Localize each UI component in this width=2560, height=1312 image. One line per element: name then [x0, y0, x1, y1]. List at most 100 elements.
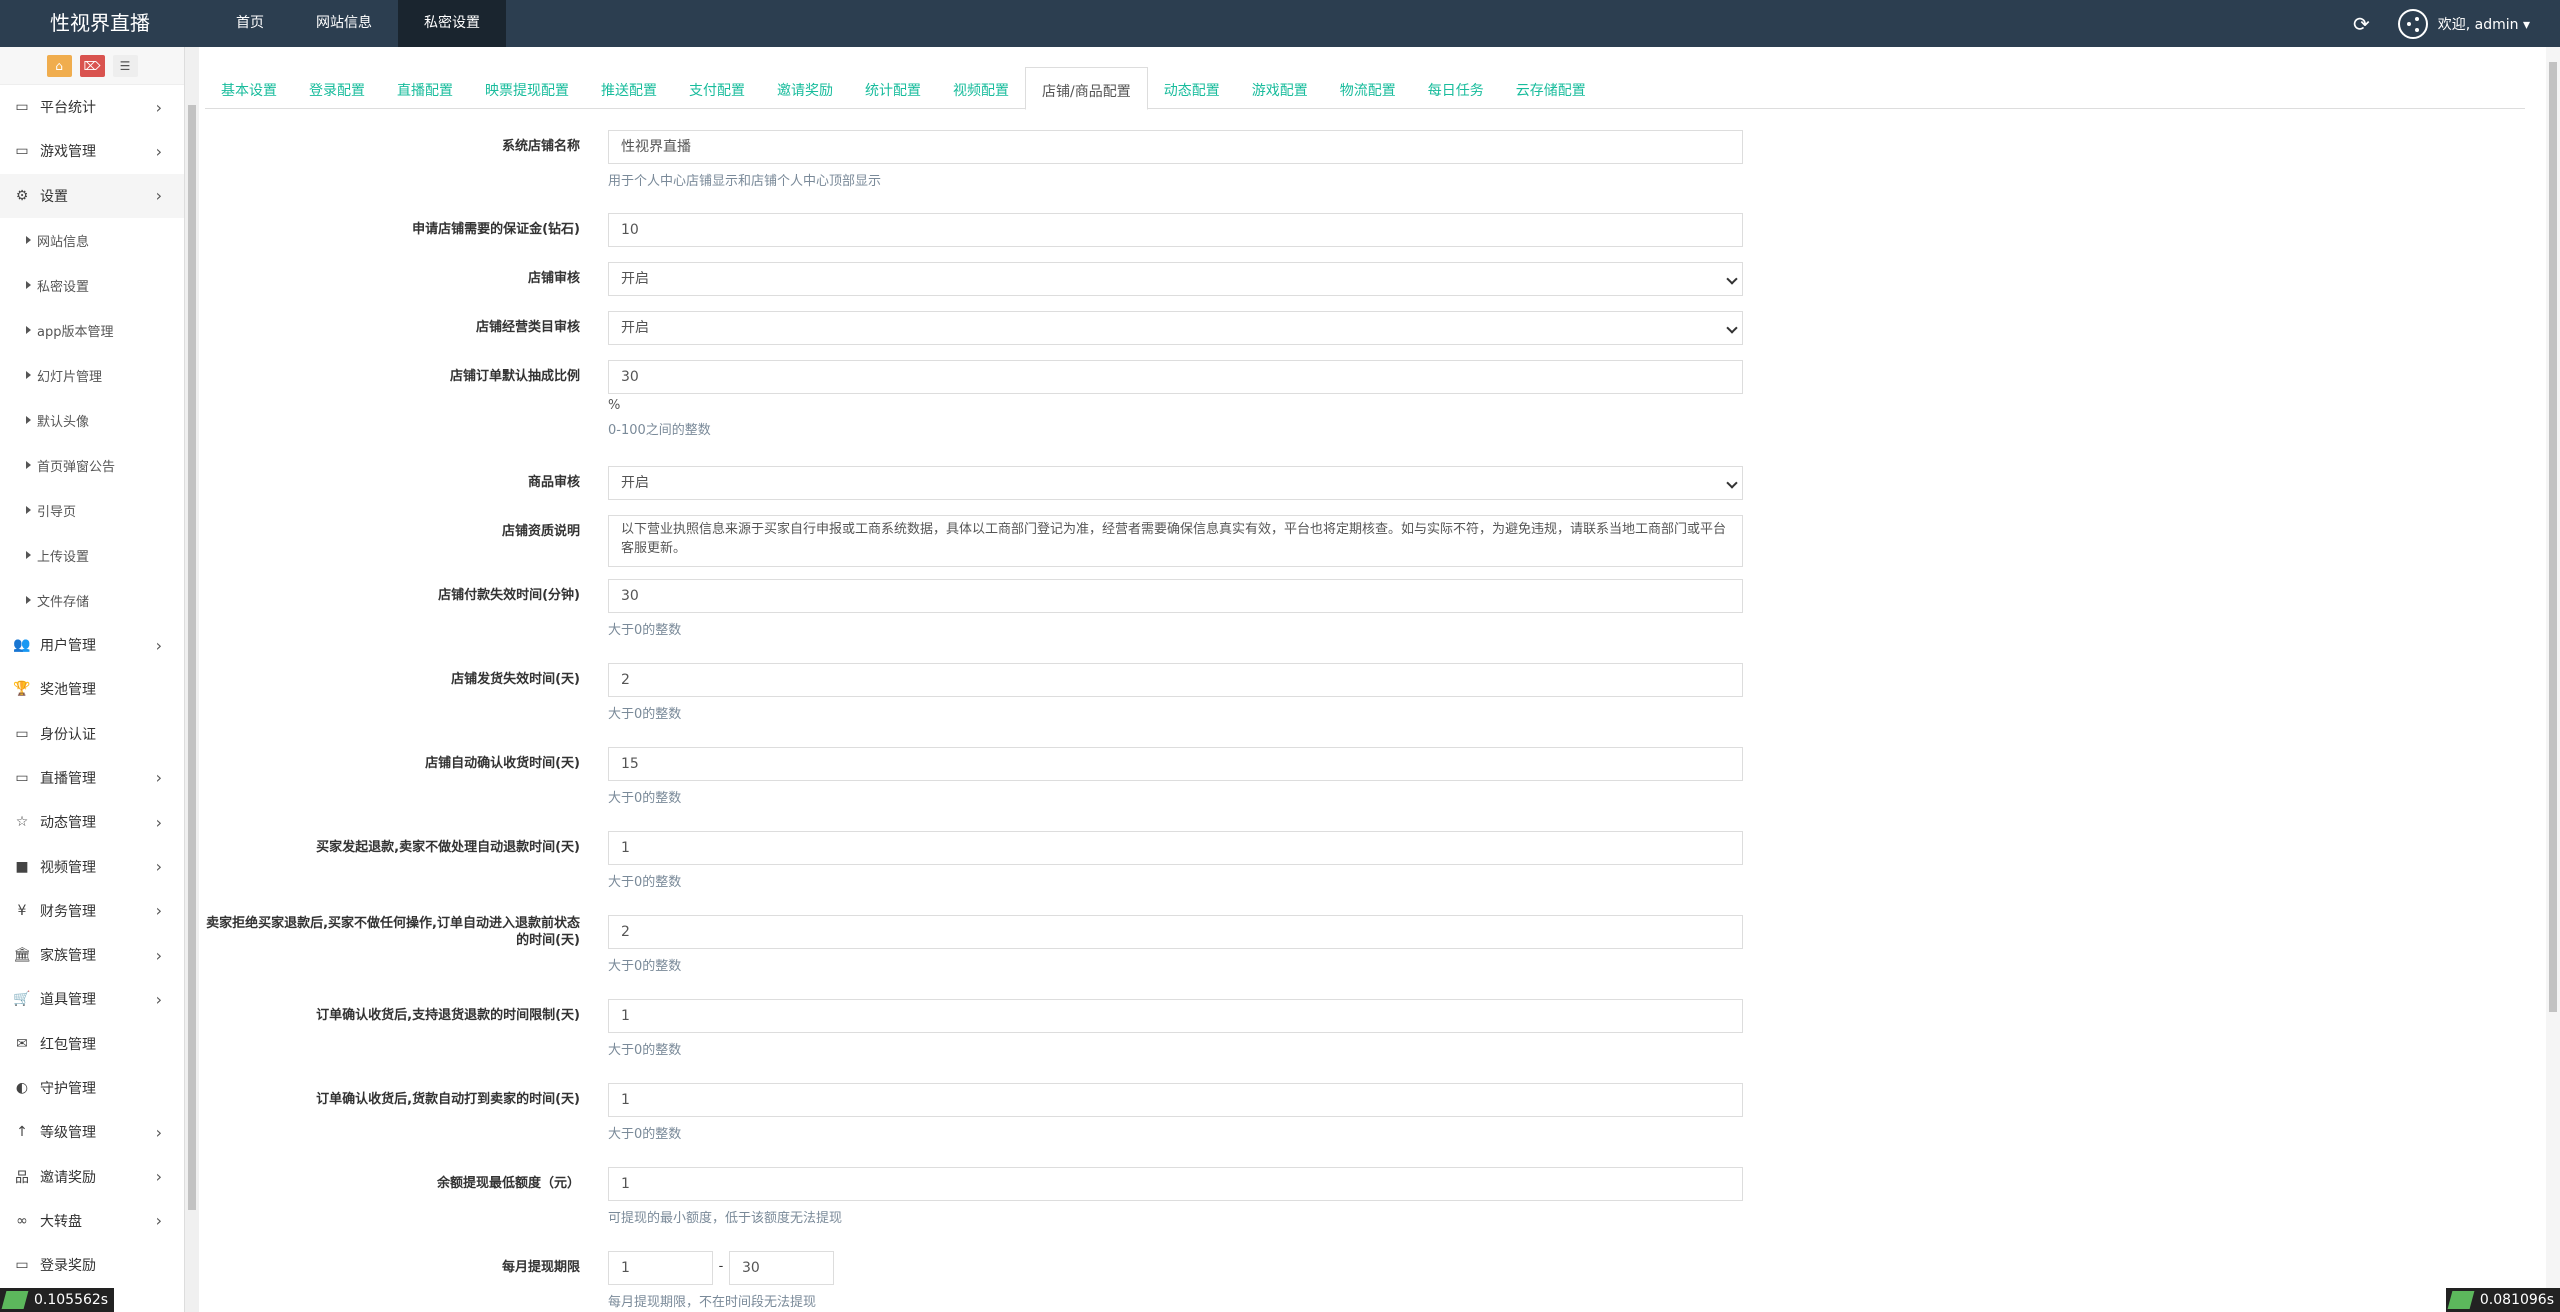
help-refund-reject: 大于0的整数	[608, 959, 682, 974]
auto-confirm-input[interactable]: 15	[608, 747, 1743, 781]
timer-left: 0.105562s	[0, 1288, 115, 1312]
label-shop-audit: 店铺审核	[527, 271, 580, 286]
scrollbar-thumb[interactable]	[2549, 62, 2557, 1012]
tab-game[interactable]: 游戏配置	[1236, 67, 1324, 109]
sidebar-item-family[interactable]: 🏛 家族管理 ›	[0, 933, 184, 977]
yen-icon: ¥	[17, 902, 27, 919]
sidebar-item-finance[interactable]: ¥ 财务管理 ›	[0, 889, 184, 933]
sidebar-item-stats[interactable]: ▭ 平台统计 ›	[0, 85, 184, 129]
chevron-right-icon: ›	[155, 141, 162, 161]
ship-timeout-input[interactable]: 2	[608, 663, 1743, 697]
sidebar-item-live[interactable]: ▭ 直播管理 ›	[0, 756, 184, 800]
shield-icon: ◐	[15, 1080, 29, 1096]
avatar[interactable]	[2397, 8, 2428, 39]
tab-payment[interactable]: 支付配置	[673, 67, 761, 109]
tab-live[interactable]: 直播配置	[381, 67, 469, 109]
withdraw-to-input[interactable]: 30	[729, 1251, 834, 1285]
sidebar-item-invite[interactable]: 品邀请奖励 ›	[0, 1154, 184, 1198]
sidebar-scrollbar[interactable]	[185, 47, 199, 1312]
clear-cache-icon[interactable]: ⌦	[79, 54, 105, 77]
withdraw-from-input[interactable]: 1	[608, 1251, 713, 1285]
tab-video[interactable]: 视频配置	[937, 67, 1025, 109]
sidebar-sub-popup[interactable]: 首页弹窗公告	[0, 443, 184, 488]
help-auto-confirm: 大于0的整数	[608, 791, 682, 806]
tab-invite[interactable]: 邀请奖励	[761, 67, 849, 109]
sidebar-item-videos[interactable]: ■ 视频管理 ›	[0, 844, 184, 888]
tab-withdraw[interactable]: 映票提现配置	[469, 67, 585, 109]
deposit-input[interactable]: 10	[608, 213, 1743, 247]
refresh-icon[interactable]: ⟳	[2353, 12, 2370, 36]
label-return-limit: 订单确认收货后,支持退货退款的时间限制(天)	[316, 1008, 580, 1023]
user-menu[interactable]: 欢迎, admin ▾	[2438, 14, 2530, 34]
list-icon[interactable]: ☰	[112, 54, 138, 77]
sidebar-item-games[interactable]: ▭ 游戏管理 ›	[0, 129, 184, 173]
scrollbar-thumb[interactable]	[188, 105, 196, 1210]
qualification-textarea[interactable]: 以下营业执照信息来源于买家自行申报或工商系统数据，具体以工商部门登记为准，经营者…	[608, 515, 1743, 567]
tab-push[interactable]: 推送配置	[585, 67, 673, 109]
nav-home[interactable]: 首页	[210, 0, 290, 47]
sidebar-item-props[interactable]: 🛒 道具管理 ›	[0, 977, 184, 1021]
shop-name-input[interactable]: 性视界直播	[608, 130, 1743, 164]
payout-time-input[interactable]: 1	[608, 1083, 1743, 1117]
sidebar-sub-default-avatar[interactable]: 默认头像	[0, 398, 184, 443]
main-content: 基本设置 登录配置 直播配置 映票提现配置 推送配置 支付配置 邀请奖励 统计配…	[205, 47, 2545, 1312]
sidebar-sub-slides[interactable]: 幻灯片管理	[0, 353, 184, 398]
label-ship-timeout: 店铺发货失效时间(天)	[451, 672, 580, 687]
goods-audit-select[interactable]: 开启	[608, 466, 1743, 500]
chevron-right-icon: ›	[155, 97, 162, 117]
monitor-icon: ▭	[15, 1257, 29, 1274]
pay-timeout-input[interactable]: 30	[608, 579, 1743, 613]
help-min-withdraw: 可提现的最小额度，低于该额度无法提现	[608, 1211, 843, 1226]
sidebar-item-jackpot[interactable]: 🏆 奖池管理	[0, 667, 184, 711]
chevron-right-icon: ›	[155, 901, 162, 921]
sidebar-sub-guide[interactable]: 引导页	[0, 488, 184, 533]
nav-private-settings[interactable]: 私密设置	[398, 0, 506, 47]
sidebar-sub-upload[interactable]: 上传设置	[0, 533, 184, 578]
sidebar-item-redpacket[interactable]: ✉ 红包管理	[0, 1022, 184, 1066]
min-withdraw-input[interactable]: 1	[608, 1167, 1743, 1201]
chevron-right-icon: ›	[155, 1167, 162, 1187]
commission-input[interactable]: 30	[608, 360, 1743, 394]
sidebar-item-dynamics[interactable]: ☆ 动态管理 ›	[0, 800, 184, 844]
help-withdraw-period: 每月提现期限，不在时间段无法提现	[608, 1295, 817, 1310]
sidebar-item-login-reward[interactable]: ▭ 登录奖励	[0, 1243, 184, 1287]
refund-auto-input[interactable]: 1	[608, 831, 1743, 865]
chevron-right-icon: ›	[155, 989, 162, 1009]
level-up-icon: ↑	[16, 1124, 28, 1141]
chevron-right-icon: ›	[155, 635, 162, 655]
tab-dynamic[interactable]: 动态配置	[1148, 67, 1236, 109]
sidebar-item-identity[interactable]: ▭ 身份认证	[0, 711, 184, 755]
sidebar-item-guard[interactable]: ◐ 守护管理	[0, 1066, 184, 1110]
sitemap-icon: 品	[15, 1169, 29, 1186]
sidebar-item-wheel[interactable]: ∞ 大转盘 ›	[0, 1199, 184, 1243]
label-withdraw-period: 每月提现期限	[501, 1260, 580, 1275]
tab-shop[interactable]: 店铺/商品配置	[1025, 67, 1148, 110]
tab-logistics[interactable]: 物流配置	[1324, 67, 1412, 109]
brand-logo[interactable]: 性视界直播	[0, 0, 200, 47]
sidebar-item-levels[interactable]: ↑ 等级管理 ›	[0, 1110, 184, 1154]
refund-reject-input[interactable]: 2	[608, 915, 1743, 949]
top-right: ⟳ 欢迎, admin ▾	[2353, 0, 2560, 47]
tab-cloud[interactable]: 云存储配置	[1500, 67, 1602, 109]
tab-basic[interactable]: 基本设置	[205, 67, 293, 109]
tab-stats[interactable]: 统计配置	[849, 67, 937, 109]
shop-audit-select[interactable]: 开启	[608, 262, 1743, 296]
page-scrollbar[interactable]	[2546, 47, 2560, 1312]
sidebar-sub-site-info[interactable]: 网站信息	[0, 218, 184, 263]
sidebar-item-users[interactable]: 👥 用户管理 ›	[0, 623, 184, 667]
nav-site-info[interactable]: 网站信息	[290, 0, 398, 47]
help-payout-time: 大于0的整数	[608, 1127, 682, 1142]
sidebar-item-settings[interactable]: ⚙ 设置 ›	[0, 173, 184, 218]
category-audit-select[interactable]: 开启	[608, 311, 1743, 345]
label-payout-time: 订单确认收货后,货款自动打到卖家的时间(天)	[316, 1092, 580, 1107]
label-min-withdraw: 余额提现最低额度（元）	[436, 1176, 580, 1191]
return-limit-input[interactable]: 1	[608, 999, 1743, 1033]
home-icon[interactable]: ⌂	[46, 54, 72, 77]
video-icon: ■	[15, 858, 29, 875]
tab-daily-task[interactable]: 每日任务	[1412, 67, 1500, 109]
sidebar-sub-app-version[interactable]: app版本管理	[0, 308, 184, 353]
timer-right: 0.081096s	[2445, 1288, 2560, 1312]
sidebar-sub-private[interactable]: 私密设置	[0, 263, 184, 308]
tab-login[interactable]: 登录配置	[293, 67, 381, 109]
sidebar-sub-storage[interactable]: 文件存储	[0, 578, 184, 623]
